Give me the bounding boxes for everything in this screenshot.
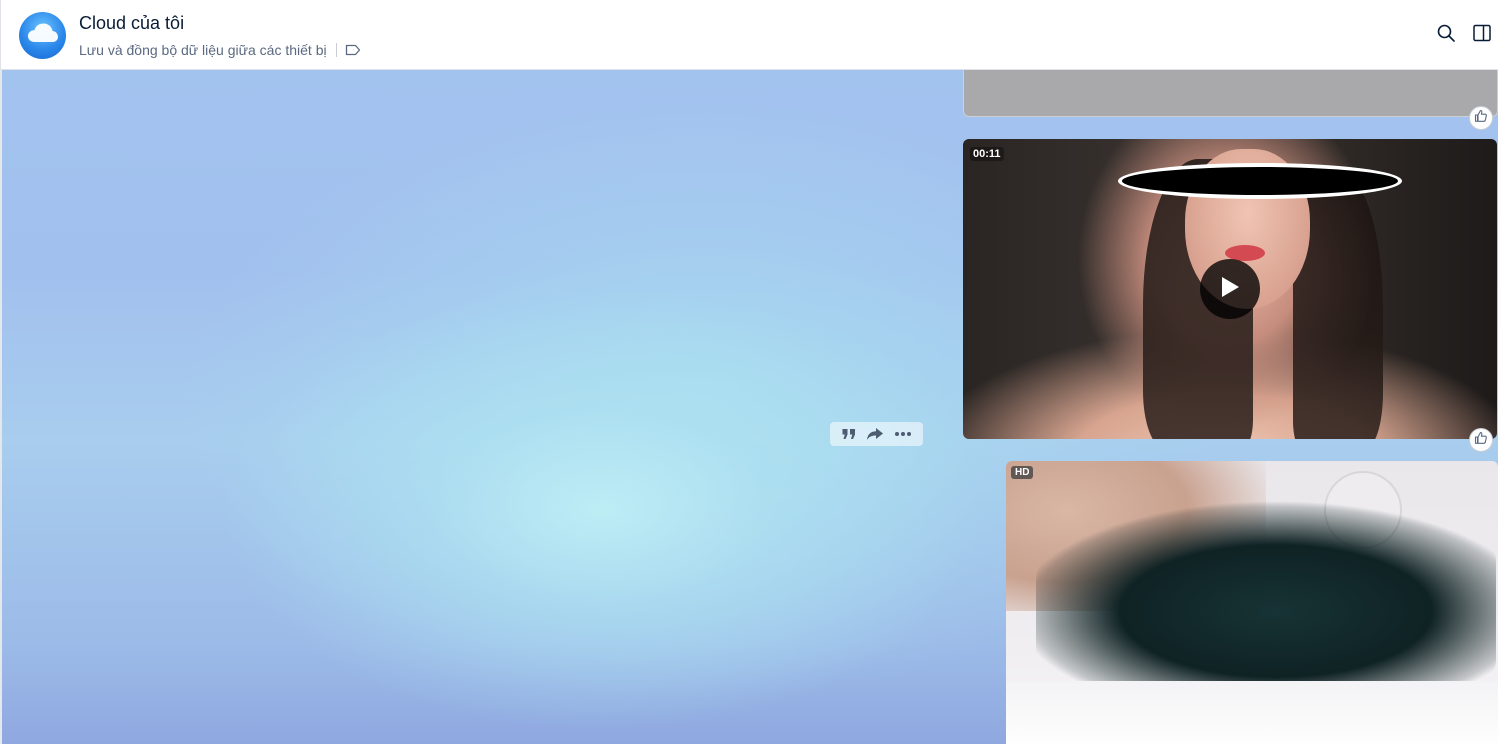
conversation-subtitle: Lưu và đồng bộ dữ liệu giữa các thiết bị bbox=[79, 42, 327, 58]
image-message[interactable]: HD bbox=[1006, 461, 1498, 744]
tag-icon[interactable] bbox=[345, 44, 361, 56]
thumbs-up-icon bbox=[1474, 109, 1488, 128]
thumbs-up-icon bbox=[1474, 431, 1488, 450]
reaction-button[interactable] bbox=[1469, 106, 1493, 130]
censor-mark bbox=[1118, 163, 1402, 199]
play-button[interactable] bbox=[1200, 259, 1260, 319]
chat-header: Cloud của tôi Lưu và đồng bộ dữ liệu giữ… bbox=[0, 0, 1498, 70]
panel-toggle-icon bbox=[1472, 23, 1492, 48]
photo-thumbnail-shape bbox=[1036, 501, 1496, 701]
quote-icon[interactable] bbox=[841, 427, 857, 441]
video-duration: 00:11 bbox=[970, 147, 1004, 161]
conversation-info-button[interactable] bbox=[1469, 22, 1495, 48]
search-icon bbox=[1436, 23, 1456, 48]
video-message[interactable]: 00:11 bbox=[963, 139, 1497, 439]
reaction-button[interactable] bbox=[1469, 428, 1493, 452]
subtitle-row: Lưu và đồng bộ dữ liệu giữa các thiết bị bbox=[79, 41, 361, 59]
avatar[interactable] bbox=[19, 12, 66, 59]
image-message-partial[interactable] bbox=[963, 70, 1498, 117]
forward-icon[interactable] bbox=[866, 427, 884, 441]
message-actions-toolbar bbox=[830, 422, 923, 446]
hd-badge: HD bbox=[1011, 466, 1034, 479]
photo-thumbnail-shape bbox=[1006, 681, 1498, 744]
cloud-icon bbox=[27, 22, 59, 49]
more-icon[interactable] bbox=[894, 431, 912, 437]
play-icon bbox=[1219, 275, 1241, 304]
search-button[interactable] bbox=[1433, 22, 1459, 48]
divider bbox=[335, 43, 337, 57]
conversation-title: Cloud của tôi bbox=[79, 13, 185, 33]
